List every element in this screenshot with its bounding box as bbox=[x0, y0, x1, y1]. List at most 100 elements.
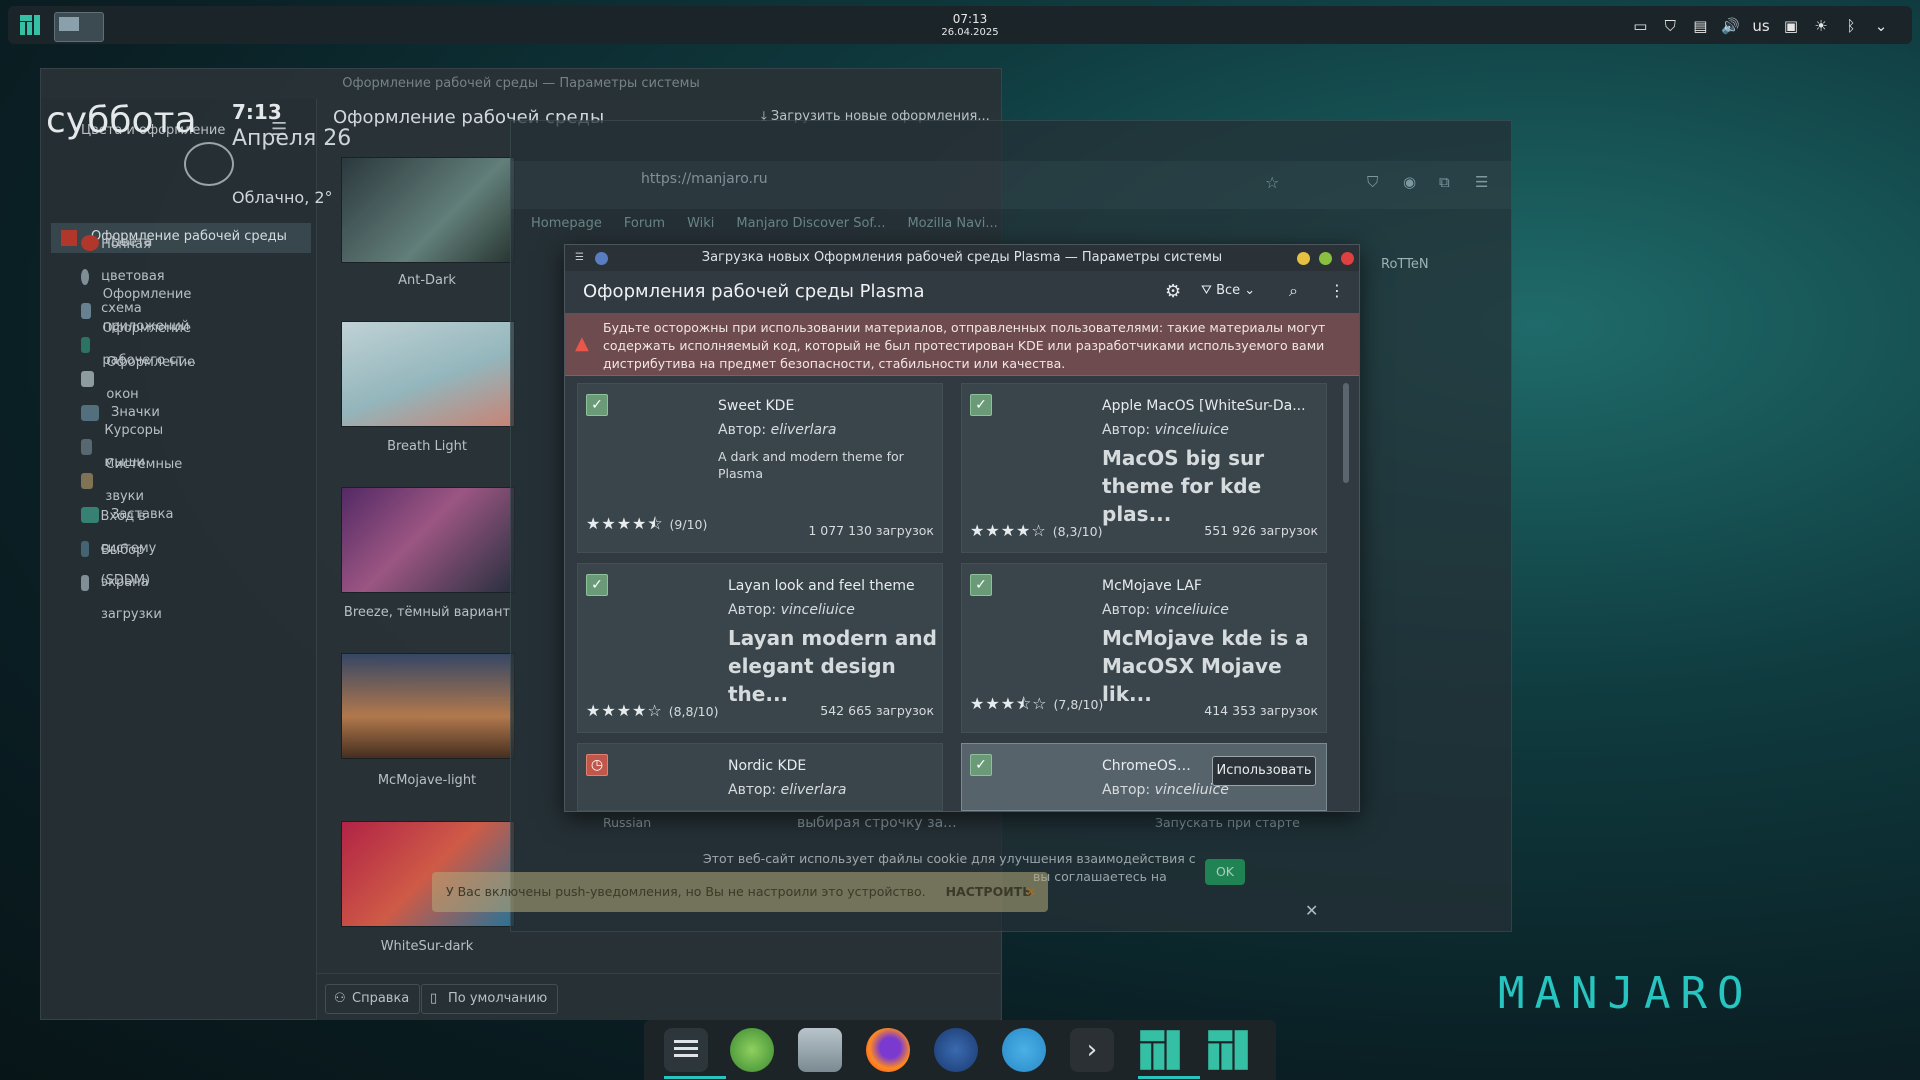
clock-time: 07:13 bbox=[952, 12, 988, 26]
author-prefix: Автор: bbox=[1102, 422, 1151, 438]
installed-checkbox: ✓ bbox=[970, 394, 992, 416]
account-icon[interactable]: ◉ bbox=[1403, 173, 1416, 191]
icons-icon bbox=[81, 405, 99, 421]
user-name[interactable]: RoTTeN bbox=[1381, 257, 1429, 272]
pocket-icon[interactable]: ⛉ bbox=[1367, 173, 1378, 191]
download-count: 542 665 загрузок bbox=[820, 703, 934, 718]
scrollbar-thumb[interactable] bbox=[1343, 383, 1349, 483]
colors-icon bbox=[81, 235, 99, 251]
author-prefix: Автор: bbox=[718, 422, 767, 438]
theme-card-nordic[interactable]: ◷ Nordic KDE Автор: eliverlara bbox=[577, 743, 943, 811]
theme-card-layan[interactable]: ✓ Layan look and feel theme Автор: vince… bbox=[577, 563, 943, 733]
window-menu-icon[interactable]: ☰ bbox=[575, 252, 588, 265]
window-icon[interactable]: ▭ bbox=[1631, 17, 1649, 35]
theme-label: Breath Light bbox=[387, 439, 467, 454]
system-tray: ▭ ⛉ ▤ 🔊 us ▣ ☀ ᛒ ⌄ bbox=[1631, 14, 1890, 38]
cookie-banner-text: Этот веб-сайт использует файлы cookie дл… bbox=[703, 851, 1196, 866]
firefox-icon[interactable] bbox=[866, 1028, 910, 1072]
installed-checkbox: ✓ bbox=[586, 394, 608, 416]
rating-stars: ★★★★☆ (8,3/10) bbox=[970, 521, 1102, 540]
sidebar-item-window-decorations[interactable]: Оформление окон bbox=[81, 355, 200, 402]
rating-stars: ★★★⯪☆ (7,8/10) bbox=[970, 693, 1103, 720]
manjaro-menu-icon[interactable] bbox=[20, 15, 40, 35]
card-author: Автор: vinceliuice bbox=[1102, 422, 1229, 438]
bookmark-item[interactable]: Manjaro Discover Sof... bbox=[736, 216, 885, 231]
bookmark-item[interactable]: Mozilla Navi... bbox=[907, 216, 997, 231]
close-icon[interactable]: ✕ bbox=[1026, 872, 1036, 912]
pager-desktop-thumbnail[interactable] bbox=[54, 12, 104, 42]
digital-clock[interactable]: 07:13 26.04.2025 bbox=[908, 13, 1032, 39]
theme-thumbnail-breeze-dark[interactable] bbox=[341, 487, 515, 593]
bookmark-item[interactable]: Wiki bbox=[687, 216, 714, 231]
configure-button[interactable]: НАСТРОИТЬ bbox=[946, 884, 1032, 899]
steam-icon[interactable] bbox=[934, 1028, 978, 1072]
card-description: McMojave kde is a MacOSX Mojave lik... bbox=[1102, 626, 1309, 706]
search-icon[interactable]: ⌕ bbox=[1289, 281, 1298, 301]
manjaro-app-icon-2[interactable] bbox=[1206, 1028, 1250, 1072]
brightness-icon[interactable]: ☀ bbox=[1812, 17, 1830, 35]
more-options-icon[interactable]: ⋮ bbox=[1329, 281, 1345, 300]
sidebar-item-sounds[interactable]: Системные звуки bbox=[81, 457, 188, 504]
minimize-button[interactable] bbox=[1297, 252, 1310, 265]
menu-icon[interactable]: ☰ bbox=[1475, 173, 1488, 191]
theme-card-mcmojave[interactable]: ✓ McMojave LAF Автор: vinceliuice McMoja… bbox=[961, 563, 1327, 733]
theme-thumbnail-mcmojave-light[interactable] bbox=[341, 653, 515, 759]
telegram-icon[interactable] bbox=[1002, 1028, 1046, 1072]
author-prefix: Автор: bbox=[728, 602, 777, 618]
page-text: выбирая строчку за... bbox=[797, 815, 957, 831]
volume-icon[interactable]: 🔊 bbox=[1721, 17, 1740, 35]
card-description: MacOS big sur theme for kde plas... bbox=[1102, 446, 1265, 526]
shield-icon[interactable]: ⛉ bbox=[1661, 17, 1679, 35]
app-style-icon bbox=[81, 303, 91, 319]
author-prefix: Автор: bbox=[1102, 782, 1151, 798]
music-note-icon bbox=[81, 473, 94, 489]
card-author: Автор: vinceliuice bbox=[1102, 602, 1229, 618]
manjaro-app-icon[interactable] bbox=[1138, 1028, 1182, 1072]
bluetooth-icon[interactable]: ᛒ bbox=[1842, 17, 1860, 35]
rating-value: (7,8/10) bbox=[1053, 697, 1104, 712]
stars-glyphs: ★★★★⯪ bbox=[586, 514, 664, 533]
url-bar[interactable]: https://manjaro.ru bbox=[641, 171, 768, 187]
extensions-icon[interactable]: ⧉ bbox=[1439, 173, 1450, 191]
sidebar-item-label: Выбор экрана загрузки bbox=[100, 543, 162, 622]
pin-icon[interactable] bbox=[595, 252, 608, 265]
system-settings-icon[interactable] bbox=[664, 1028, 708, 1072]
keyboard-layout[interactable]: us bbox=[1752, 17, 1770, 35]
theme-thumbnail-breath-light[interactable] bbox=[341, 321, 515, 427]
widget-weather: Облачно, 2° bbox=[232, 188, 333, 207]
widget-date: Апреля 26 bbox=[232, 126, 352, 151]
network-icon[interactable]: ▣ bbox=[1782, 17, 1800, 35]
card-author: Автор: eliverlara bbox=[718, 422, 836, 438]
terminal-icon[interactable]: › bbox=[1070, 1028, 1114, 1072]
chevron-down-icon[interactable]: ⌄ bbox=[1872, 17, 1890, 35]
cookie-ok-button[interactable]: OK bbox=[1205, 859, 1245, 885]
file-manager-icon[interactable] bbox=[798, 1028, 842, 1072]
help-button[interactable]: ⚇ Справка bbox=[325, 984, 421, 1014]
cloud-icon bbox=[184, 142, 234, 186]
star-icon[interactable]: ☆ bbox=[1265, 173, 1279, 192]
theme-card-sweet-kde[interactable]: ✓ Sweet KDE Автор: eliverlara A dark and… bbox=[577, 383, 943, 553]
download-manager-icon[interactable] bbox=[730, 1028, 774, 1072]
sidebar-item-boot-splash[interactable]: Выбор экрана загрузки bbox=[81, 543, 172, 622]
card-title: ChromeOS Gl... bbox=[1102, 758, 1192, 774]
maximize-button[interactable] bbox=[1319, 252, 1332, 265]
author-name: vinceliuice bbox=[780, 602, 855, 618]
use-theme-button[interactable]: Использовать bbox=[1212, 756, 1316, 786]
bookmark-item[interactable]: Homepage bbox=[531, 216, 602, 231]
close-icon[interactable]: ✕ bbox=[1305, 901, 1318, 920]
gear-icon[interactable]: ⚙ bbox=[1165, 281, 1181, 302]
bookmark-item[interactable]: Forum bbox=[624, 216, 665, 231]
window-title: Оформление рабочей среды — Параметры сис… bbox=[41, 69, 1001, 99]
theme-card-apple-macos[interactable]: ✓ Apple MacOS [WhiteSur-Da... Автор: vin… bbox=[961, 383, 1327, 553]
clipboard-icon[interactable]: ▤ bbox=[1691, 17, 1709, 35]
stars-glyphs: ★★★★☆ bbox=[970, 521, 1047, 540]
download-count: 551 926 загрузок bbox=[1204, 523, 1318, 538]
filter-dropdown[interactable]: ⛛ Все ⌄ bbox=[1201, 283, 1255, 298]
defaults-button[interactable]: ▯ По умолчанию bbox=[421, 984, 559, 1014]
language-select[interactable]: Russian bbox=[603, 815, 651, 830]
author-name: eliverlara bbox=[780, 782, 847, 798]
notification-text: У Вас включены push-уведомления, но Вы н… bbox=[446, 884, 926, 899]
stars-glyphs: ★★★⯪☆ bbox=[970, 694, 1048, 713]
close-button[interactable] bbox=[1341, 252, 1354, 265]
theme-thumbnail-ant-dark[interactable] bbox=[341, 157, 515, 263]
